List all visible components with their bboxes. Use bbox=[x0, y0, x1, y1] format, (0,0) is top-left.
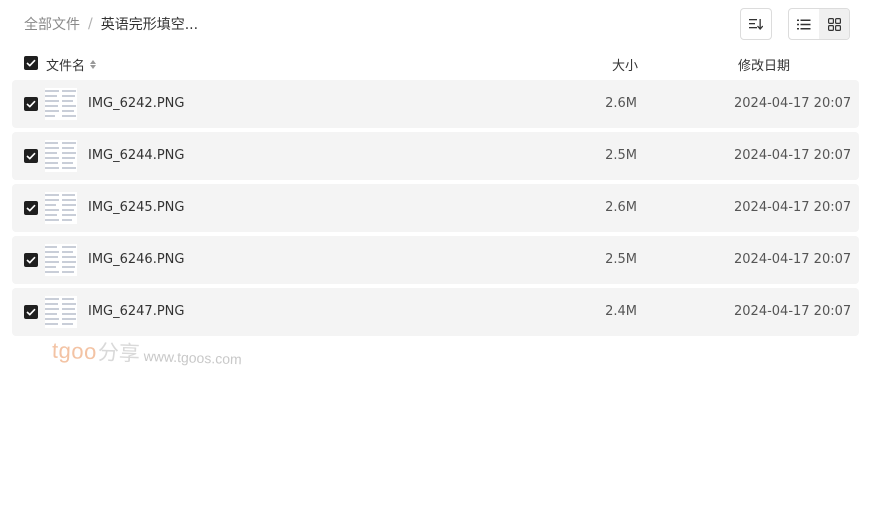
file-size: 2.6M bbox=[605, 200, 637, 215]
watermark-url: www.tgoos.com bbox=[143, 347, 242, 368]
file-name: IMG_6246.PNG bbox=[88, 252, 185, 267]
image-thumbnail bbox=[45, 296, 77, 328]
file-name: IMG_6245.PNG bbox=[88, 200, 185, 215]
check-icon bbox=[26, 152, 36, 160]
file-size: 2.5M bbox=[605, 252, 637, 267]
column-header-size[interactable]: 大小 bbox=[612, 55, 638, 74]
select-all-checkbox[interactable] bbox=[24, 56, 38, 70]
check-icon bbox=[26, 204, 36, 212]
image-thumbnail bbox=[45, 244, 77, 276]
view-toggle bbox=[788, 8, 850, 40]
column-header-name[interactable]: 文件名 bbox=[46, 55, 97, 74]
file-size: 2.5M bbox=[605, 148, 637, 163]
file-row[interactable]: IMG_6245.PNG 2.6M 2024-04-17 20:07 bbox=[12, 184, 859, 232]
file-name: IMG_6242.PNG bbox=[88, 96, 185, 111]
watermark-brand: tgoo bbox=[51, 337, 98, 365]
column-header-name-label: 文件名 bbox=[46, 59, 86, 74]
row-checkbox[interactable] bbox=[24, 201, 38, 215]
file-row[interactable]: IMG_6247.PNG 2.4M 2024-04-17 20:07 bbox=[12, 288, 859, 336]
file-name: IMG_6244.PNG bbox=[88, 148, 185, 163]
file-row[interactable]: IMG_6244.PNG 2.5M 2024-04-17 20:07 bbox=[12, 132, 859, 180]
image-thumbnail bbox=[45, 88, 77, 120]
file-row[interactable]: IMG_6246.PNG 2.5M 2024-04-17 20:07 bbox=[12, 236, 859, 284]
file-date: 2024-04-17 20:07 bbox=[734, 148, 852, 163]
watermark: tgoo 分享 www.tgoos.com bbox=[52, 335, 243, 372]
row-checkbox[interactable] bbox=[24, 97, 38, 111]
watermark-text: 分享 bbox=[97, 341, 141, 366]
file-size: 2.4M bbox=[605, 304, 637, 319]
row-checkbox[interactable] bbox=[24, 253, 38, 267]
file-date: 2024-04-17 20:07 bbox=[734, 96, 852, 111]
breadcrumb-current-folder: 英语完形填空... bbox=[100, 17, 199, 33]
breadcrumb-root-link[interactable]: 全部文件 bbox=[24, 14, 80, 34]
file-date: 2024-04-17 20:07 bbox=[734, 304, 852, 319]
file-row[interactable]: IMG_6242.PNG 2.6M 2024-04-17 20:07 bbox=[12, 80, 859, 128]
check-icon bbox=[26, 308, 36, 316]
grid-view-icon bbox=[827, 17, 841, 31]
header-bar: 全部文件 / 英语完形填空... bbox=[0, 0, 874, 48]
row-checkbox[interactable] bbox=[24, 149, 38, 163]
file-name: IMG_6247.PNG bbox=[88, 304, 185, 319]
image-thumbnail bbox=[45, 140, 77, 172]
check-icon bbox=[26, 256, 36, 264]
sort-arrows-icon bbox=[90, 60, 97, 69]
check-icon bbox=[26, 100, 36, 108]
breadcrumb-separator: / bbox=[88, 16, 93, 32]
grid-view-button[interactable] bbox=[819, 9, 849, 39]
file-date: 2024-04-17 20:07 bbox=[734, 200, 852, 215]
table-header: 文件名 大小 修改日期 bbox=[12, 50, 859, 78]
column-header-date[interactable]: 修改日期 bbox=[738, 55, 790, 74]
sort-button[interactable] bbox=[740, 8, 772, 40]
checkbox-box bbox=[24, 56, 38, 70]
file-list: IMG_6242.PNG 2.6M 2024-04-17 20:07 IMG_6… bbox=[12, 80, 859, 340]
list-view-button[interactable] bbox=[789, 9, 819, 39]
sort-icon bbox=[749, 19, 763, 30]
row-checkbox[interactable] bbox=[24, 305, 38, 319]
file-browser: 全部文件 / 英语完形填空... 文件名 大小 修改日期 IMG_6242.PN… bbox=[0, 0, 874, 514]
breadcrumb: 全部文件 / 英语完形填空... bbox=[24, 14, 198, 34]
check-icon bbox=[26, 59, 36, 67]
file-size: 2.6M bbox=[605, 96, 637, 111]
image-thumbnail bbox=[45, 192, 77, 224]
file-date: 2024-04-17 20:07 bbox=[734, 252, 852, 267]
list-view-icon bbox=[797, 19, 811, 29]
